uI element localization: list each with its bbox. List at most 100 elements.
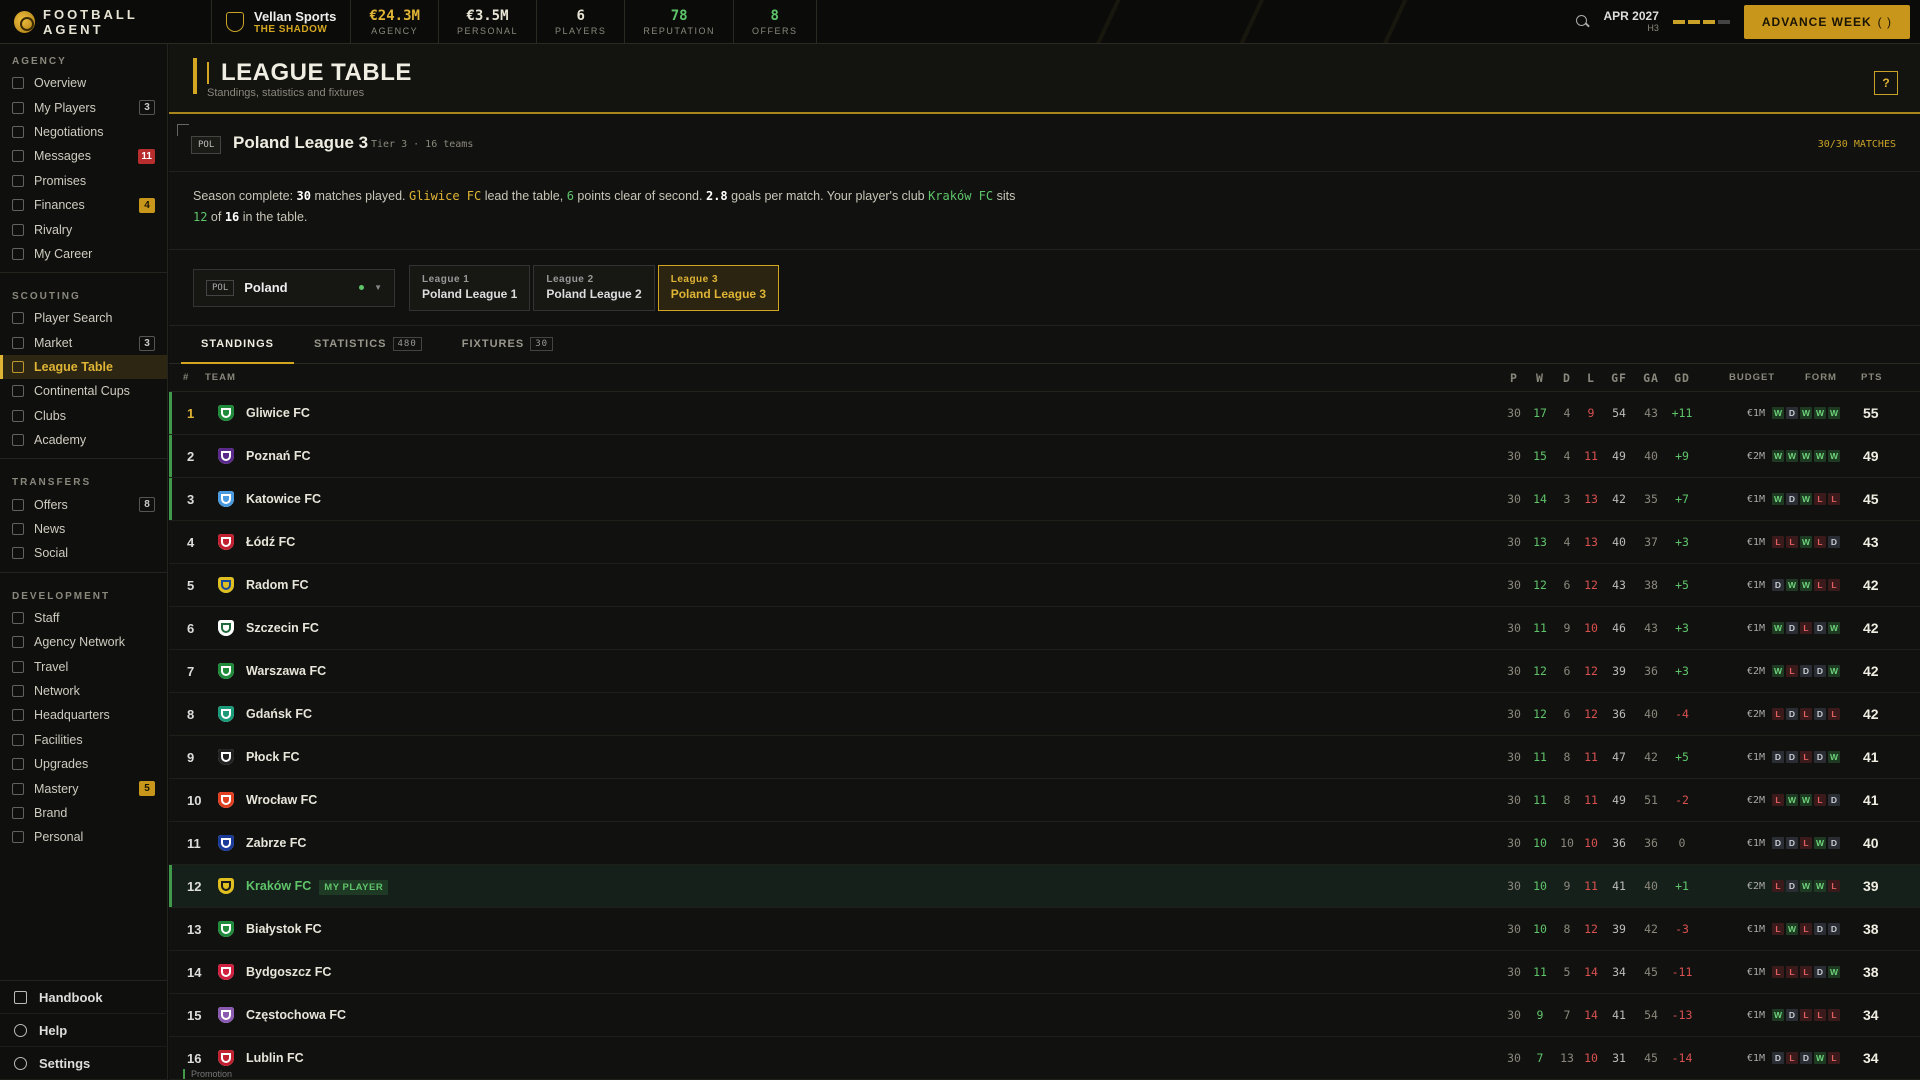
tab-statistics[interactable]: STATISTICS 480 [294,325,442,363]
sidebar-item-network[interactable]: Network [0,679,167,703]
club-crest-icon [218,792,234,808]
advance-week-button[interactable]: ADVANCE WEEK ( ) [1743,5,1910,39]
sidebar-item-news[interactable]: News [0,517,167,541]
top-stat-players[interactable]: 6 PLAYERS [537,0,626,43]
top-stat-offers[interactable]: 8 OFFERS [734,0,817,43]
sidebar-item-my-career[interactable]: My Career [0,242,167,266]
sidebar-item-overview[interactable]: Overview [0,71,167,95]
stat-d: 6 [1563,707,1571,721]
sidebar-item-offers[interactable]: Offers 8 [0,492,167,516]
col-budget[interactable]: BUDGET [1729,372,1775,383]
tab-standings[interactable]: STANDINGS [181,325,294,364]
table-row[interactable]: 9 Płock FC 30 11 8 11 47 42 +5 €1M D D L D W 41 [169,736,1920,779]
table-row[interactable]: 12 Kraków FC MY PLAYER 30 10 9 11 41 40 +1 €2M L D W W… [169,865,1920,908]
col-pts[interactable]: PTS [1861,372,1882,383]
tab-fixtures[interactable]: FIXTURES 30 [442,325,573,363]
team-name[interactable]: Wrocław FC [246,793,317,807]
sidebar-item-negotiations[interactable]: Negotiations [0,120,167,144]
table-row[interactable]: 3 Katowice FC 30 14 3 13 42 35 +7 €1M W D W L L 45 [169,478,1920,521]
stat-p: 30 [1507,750,1521,764]
sidebar-item-staff[interactable]: Staff [0,606,167,630]
sidebar-item-clubs[interactable]: Clubs [0,404,167,428]
sidebar-item-finances[interactable]: Finances 4 [0,193,167,217]
sidebar-item-label: Staff [34,610,60,625]
league-button-3[interactable]: League 3 Poland League 3 [657,264,780,311]
table-row[interactable]: 2 Poznań FC 30 15 4 11 49 40 +9 €2M W W W W W 49 [169,435,1920,478]
sidebar-item-brand[interactable]: Brand [0,801,167,825]
sidebar-item-upgrades[interactable]: Upgrades [0,752,167,776]
sidebar-item-facilities[interactable]: Facilities [0,728,167,752]
summary-leader[interactable]: Gliwice FC [409,189,481,203]
league-button-2[interactable]: League 2 Poland League 2 [533,264,655,311]
help-button[interactable]: ? [1874,71,1898,95]
team-name[interactable]: Poznań FC [246,449,311,463]
team-name[interactable]: Warszawa FC [246,664,326,678]
sidebar-item-academy[interactable]: Academy [0,428,167,452]
table-row[interactable]: 4 Łódź FC 30 13 4 13 40 37 +3 €1M L L W L D 43 [169,521,1920,564]
team-name[interactable]: Kraków FC MY PLAYER [246,879,389,895]
table-row[interactable]: 10 Wrocław FC 30 11 8 11 49 51 -2 €2M L W W L D 41 [169,779,1920,822]
team-name[interactable]: Szczecin FC [246,621,319,635]
sidebar-settings-button[interactable]: Settings [0,1047,168,1080]
sidebar-item-headquarters[interactable]: Headquarters [0,703,167,727]
table-row[interactable]: 11 Zabrze FC 30 10 10 10 36 36 0 €1M D D L W D 40 [169,822,1920,865]
sidebar-item-rivalry[interactable]: Rivalry [0,217,167,241]
mastery-icon [12,782,24,795]
sidebar-item-continental-cups[interactable]: Continental Cups [0,379,167,403]
table-row[interactable]: 6 Szczecin FC 30 11 9 10 46 43 +3 €1M W D L D W 42 [169,607,1920,650]
summary-played: 30 [296,189,311,203]
sidebar-item-mastery[interactable]: Mastery 5 [0,776,167,800]
table-row[interactable]: 15 Częstochowa FC 30 9 7 14 41 54 -13 €1M W D L L L 34 [169,994,1920,1037]
sidebar-item-promises[interactable]: Promises [0,169,167,193]
sidebar-item-personal[interactable]: Personal [0,825,167,849]
team-name[interactable]: Zabrze FC [246,836,306,850]
team-name[interactable]: Częstochowa FC [246,1008,346,1022]
col-w[interactable]: W [1528,371,1552,385]
col-gf[interactable]: GF [1607,371,1631,385]
table-row[interactable]: 1 Gliwice FC 30 17 4 9 54 43 +11 €1M W D W W W 55 [169,392,1920,435]
table-row[interactable]: 13 Białystok FC 30 10 8 12 39 42 -3 €1M L W L D D 38 [169,908,1920,951]
col-d[interactable]: D [1555,371,1579,385]
table-row[interactable]: 14 Bydgoszcz FC 30 11 5 14 34 45 -11 €1M L L L D W 38 [169,951,1920,994]
agency-info[interactable]: Vellan Sports THE SHADOW [212,0,352,43]
team-name[interactable]: Białystok FC [246,922,322,936]
sidebar-item-social[interactable]: Social [0,541,167,565]
sidebar-item-market[interactable]: Market 3 [0,331,167,355]
col-p[interactable]: P [1502,371,1526,385]
team-name[interactable]: Katowice FC [246,492,321,506]
sidebar-item-agency-network[interactable]: Agency Network [0,630,167,654]
sidebar-item-my-players[interactable]: My Players 3 [0,95,167,119]
team-name-text: Bydgoszcz FC [246,965,332,979]
team-name[interactable]: Łódź FC [246,535,295,549]
team-name[interactable]: Lublin FC [246,1051,304,1065]
app-logo[interactable]: FOOTBALL AGENT [0,0,212,43]
team-name[interactable]: Gdańsk FC [246,707,312,721]
sidebar-bottom-label: Settings [39,1055,91,1071]
col-l[interactable]: L [1579,371,1603,385]
team-name[interactable]: Radom FC [246,578,309,592]
top-stat-personal[interactable]: €3.5M PERSONAL [439,0,537,43]
sidebar-item-league-table[interactable]: League Table [0,354,167,380]
sidebar-item-travel[interactable]: Travel [0,654,167,678]
table-row[interactable]: 5 Radom FC 30 12 6 12 43 38 +5 €1M D W W L L 42 [169,564,1920,607]
col-ga[interactable]: GA [1639,371,1663,385]
table-row[interactable]: 7 Warszawa FC 30 12 6 12 39 36 +3 €2M W L D D W 42 [169,650,1920,693]
summary-club[interactable]: Kraków FC [928,189,993,203]
top-stat-reputation[interactable]: 78 REPUTATION [625,0,735,43]
search-icon[interactable] [1575,15,1590,29]
stat-gf: 34 [1612,965,1626,979]
stat-d: 6 [1563,664,1571,678]
top-stat-agency[interactable]: €24.3M AGENCY [351,0,439,43]
sidebar-help-button[interactable]: Help [0,1014,168,1047]
table-row[interactable]: 8 Gdańsk FC 30 12 6 12 36 40 -4 €2M L D L D L 42 [169,693,1920,736]
country-select[interactable]: POL Poland ▼ [193,268,395,307]
sidebar-item-player-search[interactable]: Player Search [0,306,167,330]
league-button-1[interactable]: League 1 Poland League 1 [409,264,531,311]
col-gd[interactable]: GD [1670,371,1694,385]
sidebar-item-messages[interactable]: Messages 11 [0,144,167,168]
team-name[interactable]: Gliwice FC [246,406,310,420]
team-name[interactable]: Płock FC [246,750,300,764]
form-result: W [1814,407,1826,419]
sidebar-handbook-button[interactable]: Handbook [0,981,168,1014]
team-name[interactable]: Bydgoszcz FC [246,965,331,979]
